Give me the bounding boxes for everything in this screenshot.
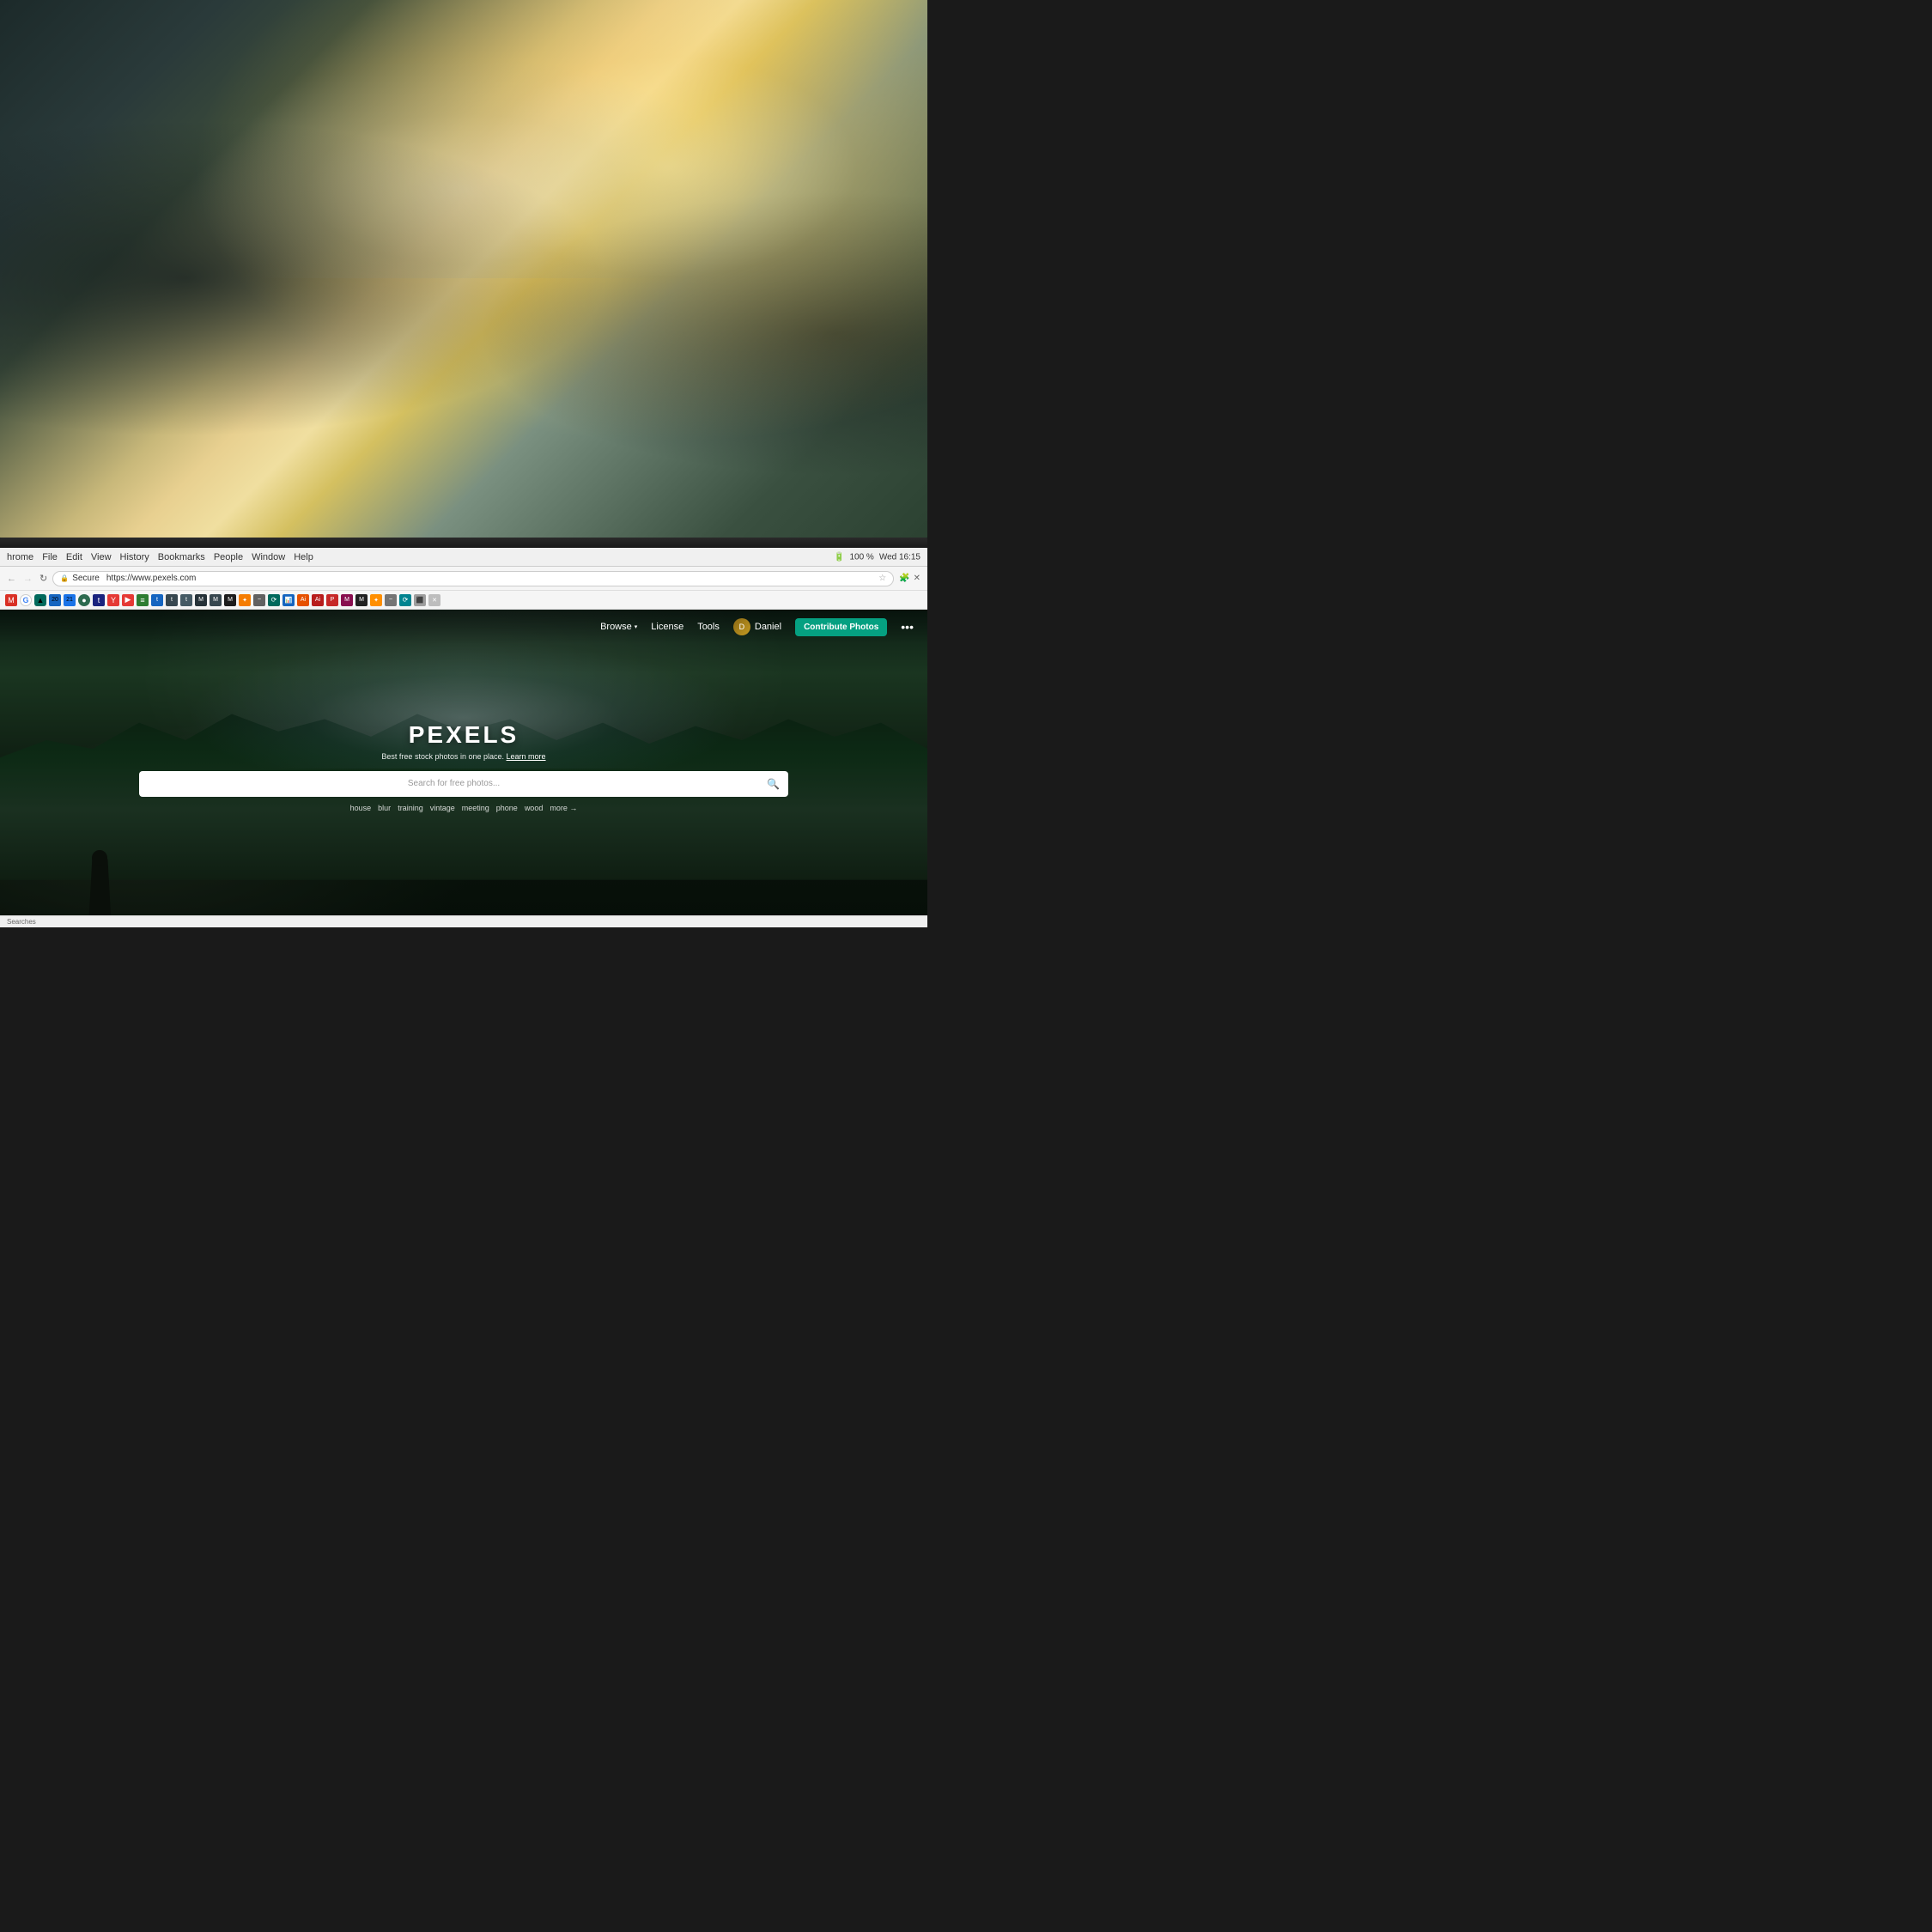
- pexels-website: Browse ▾ License Tools D Daniel Contribu…: [0, 610, 927, 927]
- close-tab[interactable]: ✕: [914, 574, 920, 583]
- pexels-title: PEXELS: [139, 721, 788, 749]
- ext-16[interactable]: ✦: [239, 594, 251, 606]
- browse-nav-item[interactable]: Browse ▾: [600, 622, 637, 632]
- ext-14[interactable]: M: [210, 594, 222, 606]
- ext-27[interactable]: ⟳: [399, 594, 411, 606]
- ext-26[interactable]: ~: [385, 594, 397, 606]
- ext-drive[interactable]: ▲: [34, 594, 46, 606]
- ext-9[interactable]: ≡: [137, 594, 149, 606]
- ext-8[interactable]: ▶: [122, 594, 134, 606]
- ext-google[interactable]: G: [20, 594, 32, 606]
- menu-window[interactable]: Window: [252, 552, 285, 562]
- monitor-bezel: [0, 538, 927, 548]
- status-bar: Searches: [0, 915, 927, 927]
- ext-23[interactable]: M: [341, 594, 353, 606]
- chrome-menu-bar: hrome File Edit View History Bookmarks P…: [0, 548, 927, 567]
- tag-training[interactable]: training: [398, 804, 423, 812]
- browser-toolbar: ← → ↻ 🔒 Secure https://www.pexels.com ☆ …: [0, 567, 927, 591]
- light-glow: [185, 56, 742, 278]
- more-options-icon[interactable]: •••: [901, 620, 914, 634]
- secure-label: Secure: [72, 574, 100, 583]
- menu-chrome[interactable]: hrome: [7, 552, 33, 562]
- user-name: Daniel: [755, 622, 781, 632]
- search-bar[interactable]: Search for free photos... 🔍: [139, 771, 788, 797]
- extension-bar: // Will render icons from JSON M G ▲ 20 …: [0, 591, 927, 610]
- ext-24[interactable]: M: [355, 594, 368, 606]
- ext-17[interactable]: ~: [253, 594, 265, 606]
- url-text: https://www.pexels.com: [106, 574, 196, 583]
- back-button[interactable]: ←: [7, 574, 16, 584]
- ext-19[interactable]: 📊: [283, 594, 295, 606]
- ext-cal1[interactable]: 20: [49, 594, 61, 606]
- hero-content: PEXELS Best free stock photos in one pla…: [139, 721, 788, 812]
- ext-cal2[interactable]: 21: [64, 594, 76, 606]
- chrome-right-area: 🔋 100 % Wed 16:15: [834, 552, 920, 562]
- menu-history[interactable]: History: [120, 552, 149, 562]
- tag-blur[interactable]: blur: [378, 804, 391, 812]
- ext-25[interactable]: ✦: [370, 594, 382, 606]
- ext-close[interactable]: ✕: [428, 594, 440, 606]
- status-text: Searches: [7, 918, 36, 926]
- menu-file[interactable]: File: [42, 552, 58, 562]
- ext-13[interactable]: M: [195, 594, 207, 606]
- search-tags: house blur training vintage meeting phon…: [139, 804, 788, 812]
- search-icon: 🔍: [767, 778, 780, 790]
- bookmark-star[interactable]: ☆: [878, 574, 886, 583]
- browse-label[interactable]: Browse: [600, 622, 632, 632]
- address-bar[interactable]: 🔒 Secure https://www.pexels.com ☆: [52, 571, 894, 586]
- forward-button[interactable]: →: [23, 574, 33, 584]
- search-placeholder: Search for free photos...: [148, 779, 760, 788]
- menu-view[interactable]: View: [91, 552, 112, 562]
- battery-icon: 🔋: [834, 552, 844, 562]
- ext-12[interactable]: t: [180, 594, 192, 606]
- tag-house[interactable]: house: [350, 804, 372, 812]
- ext-gmail[interactable]: M: [5, 594, 17, 606]
- secure-icon: 🔒: [60, 574, 69, 582]
- reload-button[interactable]: ↻: [39, 573, 47, 584]
- ext-6[interactable]: t: [93, 594, 105, 606]
- menu-help[interactable]: Help: [294, 552, 313, 562]
- ext-10[interactable]: t: [151, 594, 163, 606]
- tag-vintage[interactable]: vintage: [430, 804, 455, 812]
- pexels-nav: Browse ▾ License Tools D Daniel Contribu…: [0, 610, 927, 644]
- nav-buttons: ← → ↻: [7, 573, 47, 584]
- contribute-button[interactable]: Contribute Photos: [795, 618, 887, 636]
- ext-11[interactable]: t: [166, 594, 178, 606]
- browse-dropdown-icon: ▾: [635, 623, 638, 630]
- user-avatar-area[interactable]: D Daniel: [733, 618, 781, 635]
- monitor-screen: hrome File Edit View History Bookmarks P…: [0, 548, 927, 927]
- extensions-icon[interactable]: 🧩: [899, 574, 909, 583]
- ext-18[interactable]: ⟳: [268, 594, 280, 606]
- office-background: [0, 0, 927, 556]
- menu-people[interactable]: People: [214, 552, 243, 562]
- menu-bookmarks[interactable]: Bookmarks: [158, 552, 205, 562]
- tag-phone[interactable]: phone: [496, 804, 518, 812]
- ext-20[interactable]: Ai: [297, 594, 309, 606]
- ext-22[interactable]: P: [326, 594, 338, 606]
- chrome-menu-items: hrome File Edit View History Bookmarks P…: [7, 552, 313, 562]
- ext-28[interactable]: ⬛: [414, 594, 426, 606]
- ext-21[interactable]: Ai: [312, 594, 324, 606]
- ext-15[interactable]: M: [224, 594, 236, 606]
- battery-percent: 100 %: [849, 552, 873, 562]
- tag-wood[interactable]: wood: [525, 804, 544, 812]
- tools-nav-item[interactable]: Tools: [697, 622, 720, 632]
- menu-edit[interactable]: Edit: [66, 552, 82, 562]
- ext-5[interactable]: ●: [78, 594, 90, 606]
- learn-more-link[interactable]: Learn more: [507, 752, 546, 761]
- user-avatar: D: [733, 618, 750, 635]
- browser-right-icons: 🧩 ✕: [899, 574, 920, 583]
- tag-more[interactable]: more →: [550, 804, 577, 812]
- license-nav-item[interactable]: License: [651, 622, 683, 632]
- clock: Wed 16:15: [879, 552, 920, 562]
- tag-meeting[interactable]: meeting: [462, 804, 489, 812]
- pexels-subtitle: Best free stock photos in one place. Lea…: [139, 752, 788, 761]
- ext-7[interactable]: Y: [107, 594, 119, 606]
